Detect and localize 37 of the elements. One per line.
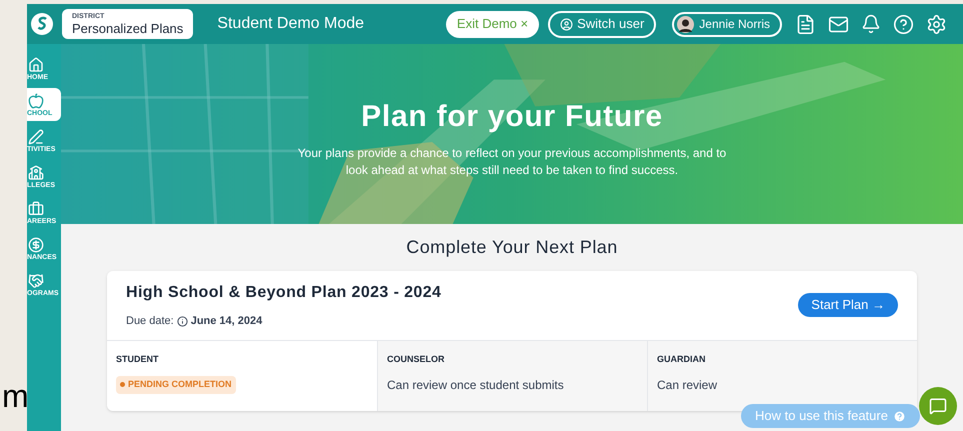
review-note: Can review once student submits: [387, 377, 565, 394]
user-button[interactable]: Jennie Norris: [672, 12, 782, 36]
switch-user-button[interactable]: Switch user: [548, 10, 656, 38]
document-icon[interactable]: [795, 14, 816, 34]
help-icon[interactable]: [893, 14, 914, 34]
info-icon: [176, 316, 188, 327]
notification-icon[interactable]: [861, 14, 881, 34]
mode-title: Student Demo Mode: [217, 14, 364, 34]
mail-icon[interactable]: [828, 14, 849, 34]
help-tooltip[interactable]: How to use this feature: [741, 404, 920, 428]
pen-icon: [28, 128, 44, 144]
due-date: June 14, 2024: [190, 314, 262, 329]
logo-icon: [30, 12, 54, 36]
background-text: m: [2, 380, 29, 412]
help-icon: [892, 410, 906, 422]
user-icon: [560, 18, 574, 30]
handshake-icon: [28, 272, 44, 288]
section-title: Complete Your Next Plan: [406, 236, 618, 259]
status-badge: PENDING COMPLETION: [116, 376, 236, 394]
settings-icon[interactable]: [926, 14, 947, 34]
dollar-icon: [28, 236, 44, 252]
column-heading: COUNSELOR: [387, 352, 446, 366]
hero-title: Plan for your Future: [361, 99, 663, 135]
due-label: Due date:: [126, 314, 174, 329]
review-note: Can review: [657, 377, 718, 394]
briefcase-icon: [28, 200, 44, 216]
column-heading: GUARDIAN: [657, 352, 706, 366]
plan-title: High School & Beyond Plan 2023 - 2024: [126, 283, 442, 303]
apple-icon: [28, 92, 44, 108]
start-plan-button[interactable]: Start Plan →: [798, 293, 898, 317]
exit-demo-button[interactable]: Exit Demo ×: [446, 10, 540, 38]
chat-icon: [929, 397, 947, 415]
school-icon: [28, 164, 44, 180]
avatar: [677, 16, 694, 32]
chat-button[interactable]: [919, 387, 957, 425]
house-icon: [28, 56, 44, 72]
column-heading: STUDENT: [116, 352, 160, 366]
